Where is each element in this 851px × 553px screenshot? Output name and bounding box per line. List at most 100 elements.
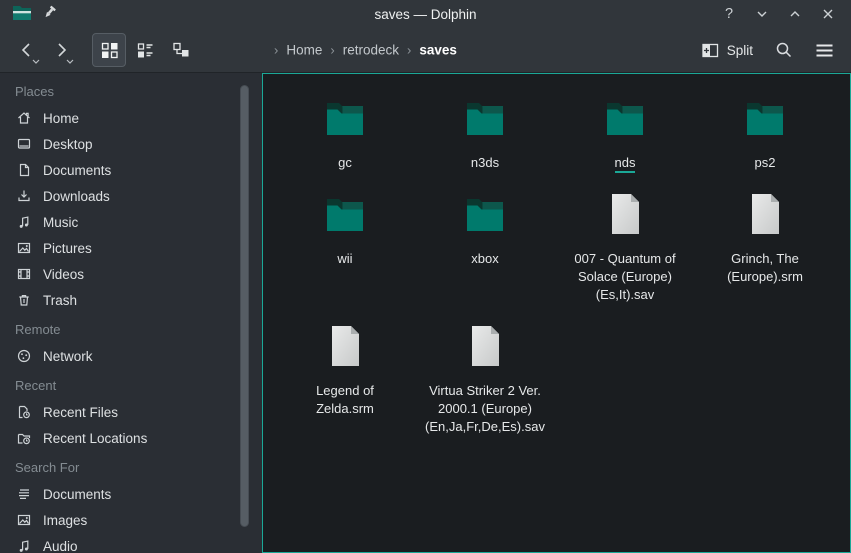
toolbar: › Home › retrodeck › saves Split [0, 28, 851, 73]
sidebar-item-music[interactable]: Music [0, 209, 262, 235]
file-item-virtua-striker[interactable]: Virtua Striker 2 Ver. 2000.1 (Europe) (E… [415, 322, 555, 436]
folder-item-xbox[interactable]: xbox [415, 190, 555, 268]
document-icon [16, 162, 32, 178]
item-label: n3ds [419, 154, 551, 172]
sidebar-item-label: Downloads [43, 189, 110, 204]
icons-view-button[interactable] [92, 33, 126, 67]
sidebar-item-trash[interactable]: Trash [0, 287, 262, 313]
network-icon [16, 348, 32, 364]
search-button[interactable] [767, 33, 801, 67]
forward-dropdown-caret [66, 59, 74, 64]
item-label: xbox [419, 250, 551, 268]
pin-icon[interactable] [42, 5, 57, 23]
item-label: Grinch, The (Europe).srm [699, 250, 831, 286]
sidebar-item-label: Recent Locations [43, 431, 147, 446]
sidebar-item-documents[interactable]: Documents [0, 157, 262, 183]
help-button[interactable]: ? [718, 3, 740, 25]
split-button[interactable]: Split [694, 33, 761, 67]
sidebar-item-label: Trash [43, 293, 77, 308]
folder-item-wii[interactable]: wii [275, 190, 415, 268]
folder-item-nds[interactable]: nds [555, 94, 695, 172]
folder-item-ps2[interactable]: ps2 [695, 94, 835, 172]
folder-item-gc[interactable]: gc [275, 94, 415, 172]
video-icon [16, 266, 32, 282]
window-folder-icon [12, 5, 32, 24]
folder-icon [461, 190, 509, 238]
dolphin-window: saves — Dolphin ? [0, 0, 851, 553]
close-button[interactable] [817, 3, 839, 25]
sidebar-item-label: Documents [43, 487, 111, 502]
download-icon [16, 188, 32, 204]
item-label: gc [279, 154, 411, 172]
folder-item-n3ds[interactable]: n3ds [415, 94, 555, 172]
maximize-button[interactable] [784, 3, 806, 25]
sidebar-item-search-audio[interactable]: Audio [0, 533, 262, 553]
sidebar-item-pictures[interactable]: Pictures [0, 235, 262, 261]
breadcrumb-saves[interactable]: saves [417, 43, 459, 58]
trash-icon [16, 292, 32, 308]
sidebar-item-search-documents[interactable]: Documents [0, 481, 262, 507]
sidebar-item-label: Recent Files [43, 405, 118, 420]
minimize-button[interactable] [751, 3, 773, 25]
details-view-button[interactable] [128, 33, 162, 67]
sidebar-item-downloads[interactable]: Downloads [0, 183, 262, 209]
sidebar-item-label: Documents [43, 163, 111, 178]
desktop-icon [16, 136, 32, 152]
folder-icon [321, 190, 369, 238]
file-icon [461, 322, 509, 370]
file-item-grinch-the[interactable]: Grinch, The (Europe).srm [695, 190, 835, 286]
sidebar-item-recent-locations[interactable]: Recent Locations [0, 425, 262, 451]
sidebar-item-home[interactable]: Home [0, 105, 262, 131]
file-icon [741, 190, 789, 238]
section-header-places[interactable]: Places [0, 79, 262, 105]
sidebar-item-label: Home [43, 111, 79, 126]
file-item-007-quantum-of-solace[interactable]: 007 - Quantum of Solace (Europe) (Es,It)… [555, 190, 695, 304]
sidebar-scrollbar-thumb[interactable] [240, 85, 249, 527]
sidebar-item-recent-files[interactable]: Recent Files [0, 399, 262, 425]
back-button[interactable] [10, 33, 44, 67]
section-header-search-for[interactable]: Search For [0, 455, 262, 481]
sidebar-item-network[interactable]: Network [0, 343, 262, 369]
breadcrumb-separator: › [407, 43, 411, 58]
folder-icon [321, 94, 369, 142]
breadcrumb-home[interactable]: Home [284, 43, 324, 58]
recent-files-icon [16, 404, 32, 420]
sidebar-item-desktop[interactable]: Desktop [0, 131, 262, 157]
breadcrumb: › Home › retrodeck › saves [268, 43, 459, 58]
icons-view-icon [101, 42, 118, 59]
file-item-legend-of-zelda[interactable]: Legend of Zelda.srm [275, 322, 415, 418]
folder-icon [461, 94, 509, 142]
picture-icon [16, 240, 32, 256]
sidebar-item-label: Pictures [43, 241, 92, 256]
hamburger-menu-button[interactable] [807, 33, 841, 67]
sidebar-item-label: Audio [43, 539, 78, 553]
sidebar-item-label: Network [43, 349, 93, 364]
breadcrumb-separator: › [274, 43, 278, 58]
sidebar-item-label: Videos [43, 267, 84, 282]
tree-view-button[interactable] [164, 33, 198, 67]
sidebar-item-videos[interactable]: Videos [0, 261, 262, 287]
tree-view-icon [172, 42, 190, 59]
section-header-remote[interactable]: Remote [0, 317, 262, 343]
picture-icon [16, 512, 32, 528]
text-lines-icon [16, 486, 32, 502]
folder-icon [601, 94, 649, 142]
section-header-recent[interactable]: Recent [0, 373, 262, 399]
music-note-icon [16, 538, 32, 553]
titlebar: saves — Dolphin ? [0, 0, 851, 28]
split-label: Split [727, 43, 753, 58]
music-note-icon [16, 214, 32, 230]
sidebar-item-search-images[interactable]: Images [0, 507, 262, 533]
item-label: wii [279, 250, 411, 268]
breadcrumb-retrodeck[interactable]: retrodeck [341, 43, 401, 58]
split-icon [702, 43, 719, 58]
item-label: 007 - Quantum of Solace (Europe) (Es,It)… [559, 250, 691, 304]
sidebar-item-label: Music [43, 215, 78, 230]
item-label: Legend of Zelda.srm [289, 382, 401, 418]
sidebar-item-label: Desktop [43, 137, 93, 152]
folder-icon [741, 94, 789, 142]
sidebar-item-label: Images [43, 513, 87, 528]
home-icon [16, 110, 32, 126]
item-label: nds [559, 154, 691, 172]
forward-button[interactable] [44, 33, 78, 67]
